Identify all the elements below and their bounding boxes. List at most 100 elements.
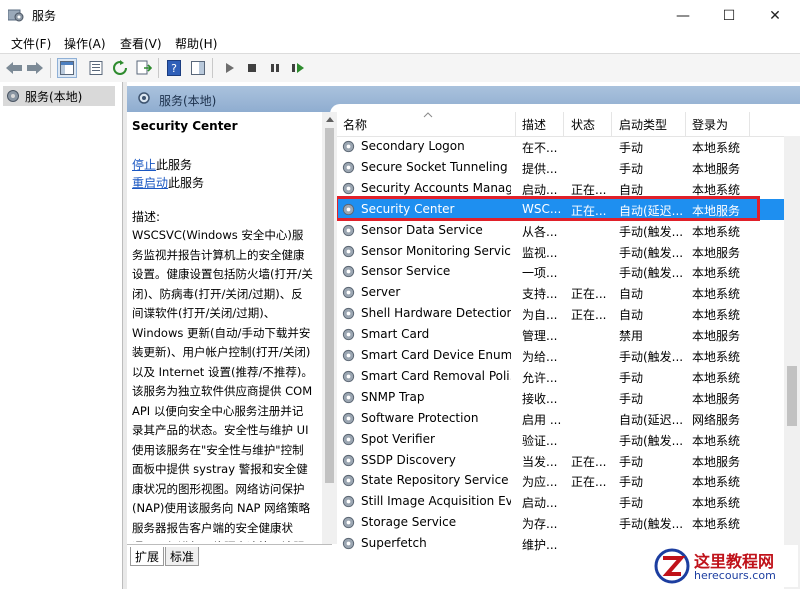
service-row[interactable]: State Repository Service 为应... 正在... 手动 本地系统: [337, 470, 784, 491]
cell-startup: 手动(触发...: [619, 224, 684, 239]
service-row[interactable]: Secure Socket Tunneling ... 提供... 手动 本地服务: [337, 157, 784, 178]
cell-startup: 手动(触发...: [619, 266, 684, 281]
cell-name: Security Center: [361, 201, 455, 216]
stop-suffix: 此服务: [156, 158, 193, 172]
help-icon[interactable]: ?: [164, 58, 184, 78]
maximize-button[interactable]: ☐: [706, 0, 752, 31]
cell-name: Server: [361, 285, 401, 300]
svg-text:?: ?: [171, 62, 177, 75]
stop-service-icon[interactable]: [242, 58, 262, 78]
tab-standard[interactable]: 标准: [165, 547, 200, 566]
list-scroll-thumb[interactable]: [787, 366, 797, 426]
stop-service-link[interactable]: 停止: [132, 158, 156, 172]
cell-name: Sensor Service: [361, 264, 451, 279]
menu-help[interactable]: 帮助(H): [175, 35, 217, 52]
service-row[interactable]: Sensor Service 一项... 手动(触发... 本地系统: [337, 261, 784, 282]
menu-action[interactable]: 操作(A): [64, 35, 106, 52]
cell-desc: 当发...: [522, 454, 558, 469]
cell-name: Smart Card Device Enum...: [361, 348, 511, 362]
cell-name: Smart Card: [361, 327, 430, 342]
pause-service-icon[interactable]: [265, 58, 285, 78]
minimize-button[interactable]: —: [660, 0, 706, 31]
sort-ascending-icon: [423, 112, 433, 118]
properties-icon[interactable]: [86, 58, 106, 78]
list-scrollbar[interactable]: [784, 136, 800, 589]
column-logon-as[interactable]: 登录为: [692, 116, 728, 134]
stop-action: 停止此服务: [132, 156, 192, 173]
cell-desc: 为给...: [522, 350, 558, 364]
menu-file[interactable]: 文件(F): [11, 35, 51, 52]
service-gear-icon: [342, 287, 355, 299]
back-arrow-icon[interactable]: [4, 58, 24, 78]
cell-logon: 本地系统: [692, 517, 741, 532]
cell-startup: 手动: [619, 475, 644, 490]
restart-service-link[interactable]: 重启动: [132, 176, 168, 190]
service-row[interactable]: Sensor Data Service 从各... 手动(触发... 本地系统: [337, 220, 784, 241]
service-row[interactable]: Secondary Logon 在不... 手动 本地系统: [337, 136, 784, 157]
cell-logon: 本地系统: [692, 308, 741, 323]
cell-status: 正在...: [571, 287, 607, 302]
service-row[interactable]: Smart Card Removal Poli... 允许... 手动 本地系统: [337, 366, 784, 387]
service-row[interactable]: Software Protection 启用 ... 自动(延迟... 网络服务: [337, 408, 784, 429]
service-gear-icon: [342, 203, 355, 215]
tree-item-services-local[interactable]: 服务(本地): [3, 86, 115, 106]
tab-extended[interactable]: 扩展: [130, 547, 165, 566]
service-row[interactable]: Spot Verifier 验证... 手动(触发... 本地系统: [337, 429, 784, 450]
cell-status: 正在...: [571, 203, 607, 218]
console-tree: 服务(本地): [0, 82, 123, 589]
cell-startup: 手动(触发...: [619, 350, 684, 364]
column-description[interactable]: 描述: [522, 116, 546, 134]
cell-startup: 禁用: [619, 329, 644, 344]
service-row[interactable]: Shell Hardware Detection 为自... 正在... 自动 本地系统: [337, 303, 784, 324]
menu-view[interactable]: 查看(V): [120, 35, 162, 52]
cell-desc: 为存...: [522, 517, 558, 532]
refresh-icon[interactable]: [110, 58, 130, 78]
cell-logon: 本地服务: [692, 329, 741, 344]
cell-startup: 手动(触发...: [619, 433, 684, 448]
restart-service-icon[interactable]: [288, 58, 308, 78]
service-row[interactable]: Sensor Monitoring Service 监视... 手动(触发... 本地…: [337, 241, 784, 262]
forward-arrow-icon[interactable]: [25, 58, 45, 78]
cell-desc: 监视...: [522, 245, 558, 260]
cell-name: SSDP Discovery: [361, 452, 456, 467]
cell-desc: 一项...: [522, 266, 558, 281]
cell-logon: 网络服务: [692, 412, 741, 427]
export-list-icon[interactable]: [134, 58, 154, 78]
service-gear-icon: [342, 454, 355, 466]
service-row[interactable]: Security Center WSC... 正在... 自动(延迟... 本地服务: [337, 195, 784, 221]
service-row[interactable]: Smart Card 管理... 禁用 本地服务: [337, 324, 784, 345]
console-tree-icon[interactable]: [57, 58, 77, 78]
cell-logon: 本地系统: [692, 370, 741, 385]
service-row[interactable]: SSDP Discovery 当发... 正在... 手动 本地服务: [337, 450, 784, 471]
services-search-icon: [138, 92, 150, 104]
service-gear-icon: [342, 245, 355, 257]
cell-desc: 启动...: [522, 496, 558, 511]
start-service-icon[interactable]: [219, 58, 239, 78]
cell-logon: 本地服务: [692, 203, 741, 218]
cell-desc: 启用 ...: [522, 412, 562, 427]
cell-name: Still Image Acquisition Ev...: [361, 494, 511, 509]
column-name[interactable]: 名称: [343, 116, 367, 134]
service-row[interactable]: Still Image Acquisition Ev... 启动... 手动 本地系统: [337, 491, 784, 512]
console-view-icon[interactable]: [188, 58, 208, 78]
column-status[interactable]: 状态: [571, 116, 595, 134]
menu-bar: 文件(F) 操作(A) 查看(V) 帮助(H): [0, 31, 800, 53]
service-row[interactable]: Smart Card Device Enum... 为给... 手动(触发... 本地…: [337, 345, 784, 366]
scroll-up-icon[interactable]: [326, 116, 334, 122]
cell-name: Superfetch: [361, 536, 427, 551]
column-startup-type[interactable]: 启动类型: [619, 116, 667, 134]
service-gear-icon: [342, 370, 355, 383]
service-gear-icon: [342, 537, 355, 550]
service-row[interactable]: Storage Service 为存... 手动(触发... 本地系统: [337, 512, 784, 533]
description-scrollbar[interactable]: [322, 112, 337, 544]
service-row[interactable]: Server 支持... 正在... 自动 本地系统: [337, 282, 784, 303]
close-button[interactable]: ✕: [752, 0, 798, 31]
service-row[interactable]: SNMP Trap 接收... 手动 本地服务: [337, 387, 784, 408]
watermark-en: herecours.com: [694, 569, 776, 582]
toolbar: ?: [0, 53, 800, 83]
service-gear-icon: [342, 433, 355, 445]
pane-header-title: 服务(本地): [159, 94, 217, 108]
description-scroll-thumb[interactable]: [325, 128, 334, 483]
service-gear-icon: [342, 140, 355, 153]
cell-desc: 允许...: [522, 370, 558, 385]
